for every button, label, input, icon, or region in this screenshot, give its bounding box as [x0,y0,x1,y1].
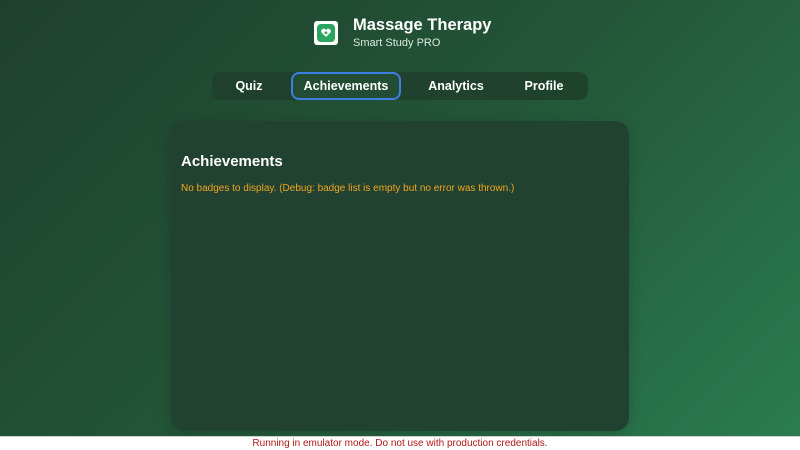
app-title: Massage Therapy [353,16,492,34]
tab-analytics[interactable]: Analytics [418,72,494,100]
emulator-warning-bar: Running in emulator mode. Do not use wit… [0,436,800,450]
achievements-panel: Achievements No badges to display. (Debu… [171,121,629,431]
tab-bar: Quiz Achievements Analytics Profile [212,72,588,100]
tab-quiz[interactable]: Quiz [224,72,274,100]
app-subtitle: Smart Study PRO [353,37,441,49]
tab-achievements[interactable]: Achievements [291,72,401,100]
tab-profile[interactable]: Profile [514,72,574,100]
emulator-warning-text: Running in emulator mode. Do not use wit… [252,438,548,449]
empty-badges-message: No badges to display. (Debug: badge list… [181,183,515,194]
app-header: Massage Therapy Smart Study PRO [314,16,491,50]
heart-hands-icon [314,21,338,45]
panel-title: Achievements [181,153,283,170]
